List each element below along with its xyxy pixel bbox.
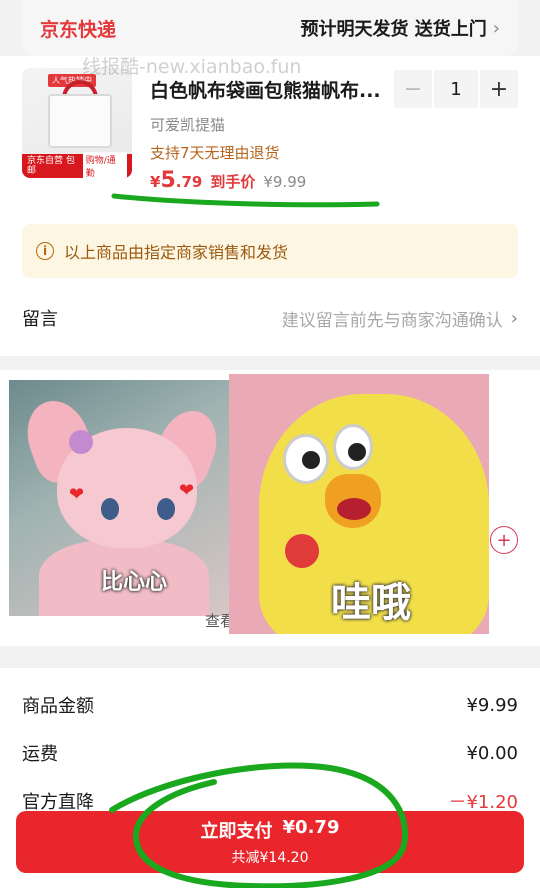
green-circle-annotation [109, 762, 408, 888]
